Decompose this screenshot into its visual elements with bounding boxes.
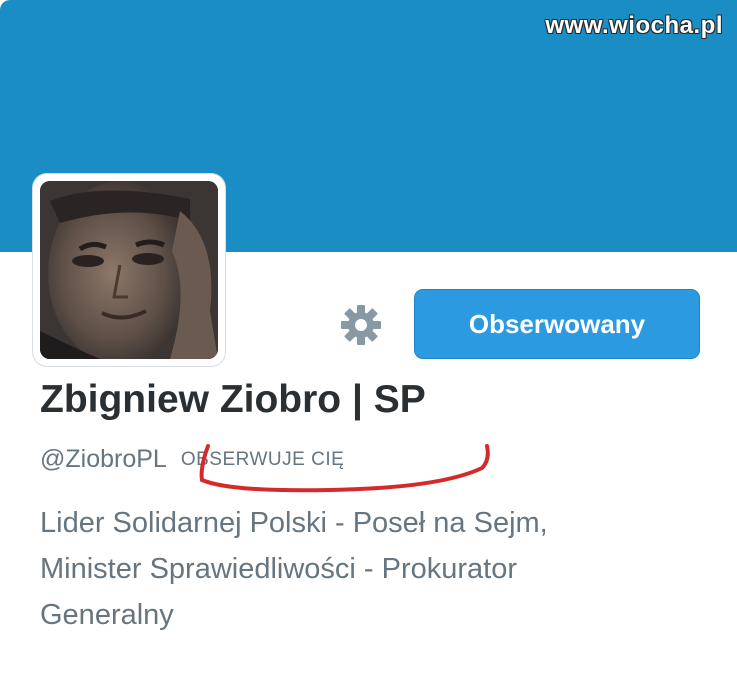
bio-line: Generalny <box>40 599 174 631</box>
follows-you-badge: OBSERWUJE CIĘ <box>180 448 345 470</box>
bio-line: Lider Solidarnej Polski - Poseł na Sejm, <box>40 507 548 539</box>
handle-row: @ZiobroPL OBSERWUJE CIĘ <box>40 445 344 474</box>
bio-line: Minister Sprawiedliwości - Prokurator <box>40 553 518 585</box>
gear-icon[interactable] <box>338 302 384 348</box>
profile-card: www.wiocha.pl Obserwowany Zbigniew Ziobr… <box>0 0 737 697</box>
profile-bio: Lider Solidarnej Polski - Poseł na Sejm,… <box>40 500 730 638</box>
following-button[interactable]: Obserwowany <box>414 289 700 359</box>
profile-name: Zbigniew Ziobro | SP <box>40 378 426 421</box>
avatar-photo <box>40 181 218 359</box>
avatar[interactable] <box>33 174 225 366</box>
watermark: www.wiocha.pl <box>545 12 723 39</box>
profile-handle[interactable]: @ZiobroPL <box>40 445 167 474</box>
